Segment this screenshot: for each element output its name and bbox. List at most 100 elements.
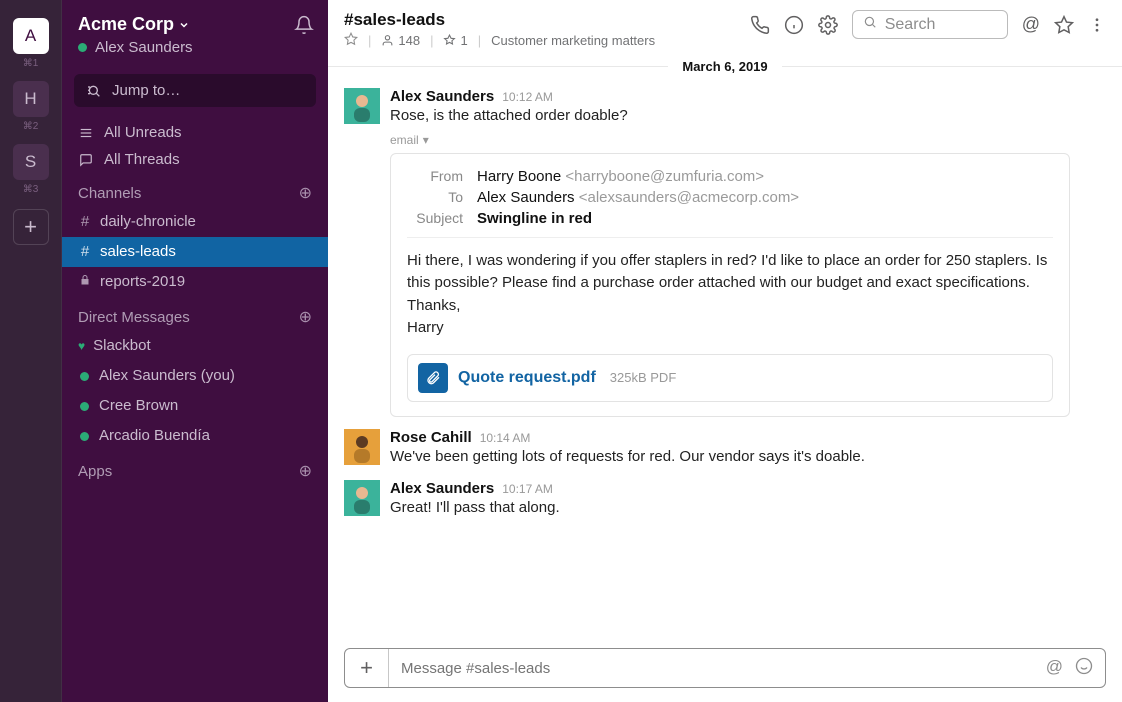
all-unreads-label: All Unreads (104, 124, 182, 141)
dm-item[interactable]: Cree Brown (62, 391, 328, 421)
presence-dot-icon (80, 402, 89, 411)
email-body-paragraph: Harry (407, 317, 1053, 340)
workspace-switcher-item[interactable]: H (13, 81, 49, 117)
current-user-name: Alex Saunders (95, 39, 193, 56)
threads-icon (78, 153, 94, 167)
dm-item-self[interactable]: Alex Saunders (you) (62, 361, 328, 391)
email-from-value: Harry Boone <harryboone@zumfuria.com> (477, 168, 764, 185)
channel-label: sales-leads (100, 241, 176, 263)
team-name[interactable]: Acme Corp (78, 14, 190, 35)
add-workspace-button[interactable]: + (13, 209, 49, 245)
pin-count-value: 1 (460, 33, 467, 48)
dm-item[interactable]: Arcadio Buendía (62, 421, 328, 451)
plus-icon: + (24, 214, 37, 240)
email-toggle-label: email (390, 133, 419, 147)
email-body-paragraph: Hi there, I was wondering if you offer s… (407, 250, 1053, 295)
message-input[interactable] (389, 660, 1034, 677)
message-author[interactable]: Rose Cahill (390, 429, 472, 446)
channel-header: #sales-leads | 148 | 1 | Customer market… (328, 0, 1122, 53)
all-threads-label: All Threads (104, 151, 180, 168)
info-icon[interactable] (784, 15, 804, 35)
dm-label: Direct Messages (78, 309, 190, 326)
workspace-switcher-item[interactable]: A (13, 18, 49, 54)
channel-topic[interactable]: Customer marketing matters (491, 33, 655, 48)
presence-dot-icon (80, 432, 89, 441)
dm-item-slackbot[interactable]: ♥ Slackbot (62, 331, 328, 361)
workspace-switcher-item[interactable]: S (13, 144, 49, 180)
unreads-icon (78, 126, 94, 140)
message-composer[interactable]: + @ (344, 648, 1106, 688)
chevron-down-icon (178, 19, 190, 31)
jump-to-label: Jump to… (112, 82, 180, 99)
star-icon[interactable] (1054, 15, 1074, 35)
avatar[interactable] (344, 429, 380, 465)
sidebar: Acme Corp Alex Saunders Jump to… All Unr… (62, 0, 328, 702)
add-app-icon[interactable]: ⊕ (299, 461, 312, 481)
presence-dot-icon (80, 372, 89, 381)
member-count-value: 148 (398, 33, 420, 48)
email-from-name: Harry Boone (477, 168, 561, 185)
hash-icon: # (78, 241, 92, 263)
date-divider: March 6, 2019 (328, 59, 1122, 74)
avatar[interactable] (344, 88, 380, 124)
channels-section-header[interactable]: Channels ⊕ (62, 173, 328, 207)
email-body-paragraph: Thanks, (407, 295, 1053, 318)
email-subject-label: Subject (407, 210, 463, 226)
workspace-shortcut: ⌘3 (23, 184, 39, 195)
avatar[interactable] (344, 480, 380, 516)
email-body: Hi there, I was wondering if you offer s… (407, 250, 1053, 340)
member-count[interactable]: 148 (381, 33, 420, 48)
message-author[interactable]: Alex Saunders (390, 88, 494, 105)
mention-icon[interactable]: @ (1046, 657, 1063, 680)
channel-item-daily-chronicle[interactable]: # daily-chronicle (62, 207, 328, 237)
chevron-down-icon: ▾ (423, 133, 429, 147)
presence-dot-icon (78, 43, 87, 52)
message-text: Great! I'll pass that along. (390, 497, 1106, 519)
mentions-icon[interactable]: @ (1022, 14, 1040, 35)
channel-item-sales-leads[interactable]: # sales-leads (62, 237, 328, 267)
gear-icon[interactable] (818, 15, 838, 35)
pin-count[interactable]: 1 (443, 33, 467, 48)
all-unreads[interactable]: All Unreads (62, 119, 328, 146)
search-placeholder: Search (885, 16, 936, 34)
email-to-address: <alexsaunders@acmecorp.com> (579, 189, 799, 206)
team-name-label: Acme Corp (78, 14, 174, 35)
divider (407, 237, 1053, 238)
main-pane: #sales-leads | 148 | 1 | Customer market… (328, 0, 1122, 702)
email-to-name: Alex Saunders (477, 189, 575, 206)
channels-label: Channels (78, 185, 141, 202)
email-toggle[interactable]: email ▾ (390, 133, 429, 147)
all-threads[interactable]: All Threads (62, 146, 328, 173)
call-icon[interactable] (750, 15, 770, 35)
channel-title[interactable]: #sales-leads (344, 10, 655, 30)
lock-icon (78, 271, 92, 293)
apps-label: Apps (78, 463, 112, 480)
channel-item-reports-2019[interactable]: reports-2019 (62, 267, 328, 297)
channel-label: daily-chronicle (100, 211, 196, 233)
message-list[interactable]: Alex Saunders 10:12 AM Rose, is the atta… (328, 76, 1122, 642)
message-author[interactable]: Alex Saunders (390, 480, 494, 497)
message-time: 10:17 AM (502, 482, 553, 496)
add-dm-icon[interactable]: ⊕ (299, 307, 312, 327)
email-from-address: <harryboone@zumfuria.com> (565, 168, 764, 185)
email-subject-value: Swingline in red (477, 210, 592, 227)
email-card: From Harry Boone <harryboone@zumfuria.co… (390, 153, 1070, 417)
message-time: 10:14 AM (480, 431, 531, 445)
paperclip-icon (418, 363, 448, 393)
bell-icon[interactable] (294, 15, 314, 35)
composer-add-button[interactable]: + (345, 649, 389, 687)
message-text: We've been getting lots of requests for … (390, 446, 1106, 468)
more-icon[interactable] (1088, 16, 1106, 34)
search-icon (863, 15, 877, 34)
add-channel-icon[interactable]: ⊕ (299, 183, 312, 203)
star-icon[interactable] (344, 32, 358, 49)
emoji-icon[interactable] (1075, 657, 1093, 680)
channel-label: reports-2019 (100, 271, 185, 293)
hash-icon: # (78, 211, 92, 233)
message: Alex Saunders 10:12 AM Rose, is the atta… (344, 82, 1106, 423)
attachment[interactable]: Quote request.pdf 325kB PDF (407, 354, 1053, 402)
dm-section-header[interactable]: Direct Messages ⊕ (62, 297, 328, 331)
search-input[interactable]: Search (852, 10, 1008, 39)
jump-to-input[interactable]: Jump to… (74, 74, 316, 107)
apps-section-header[interactable]: Apps ⊕ (62, 451, 328, 485)
